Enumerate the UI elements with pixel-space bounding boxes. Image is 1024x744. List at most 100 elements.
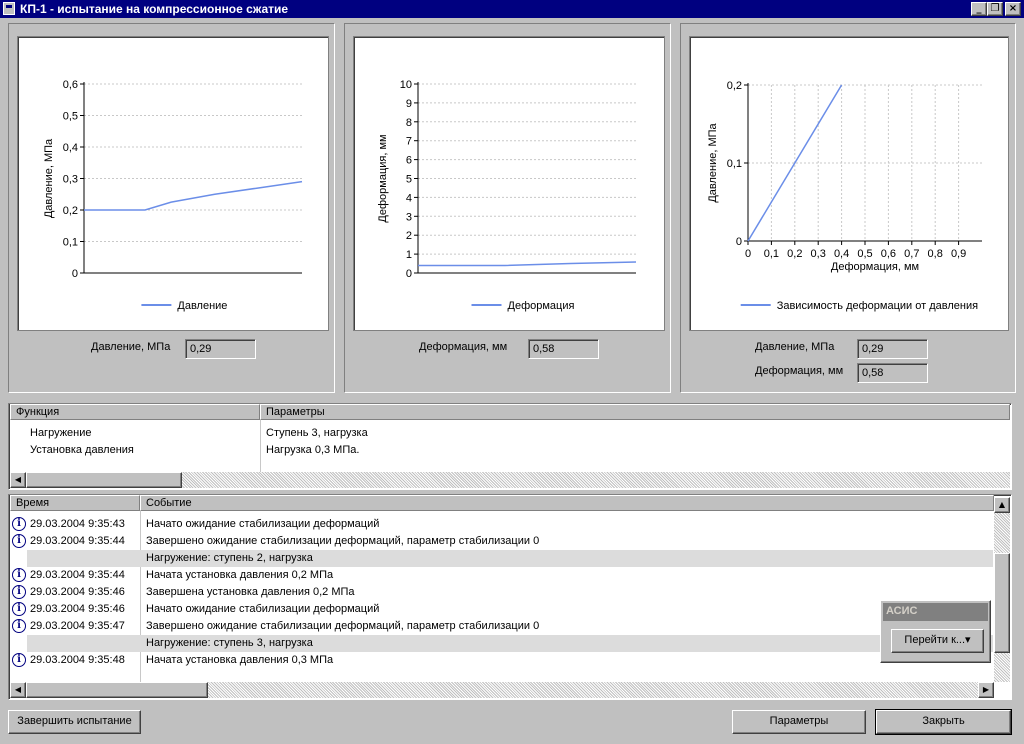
legend-label: Давление — [177, 300, 227, 312]
info-icon: i — [12, 619, 26, 633]
events-vscroll[interactable]: ▲ — [994, 497, 1010, 682]
table-row[interactable]: i 29.03.2004 9:35:46 Завершена установка д… — [9, 584, 993, 601]
asis-popup-title: АСИС — [883, 603, 988, 621]
info-icon: i — [12, 534, 26, 548]
event-group-row[interactable]: Нагружение: ступень 2, нагрузка — [27, 550, 993, 567]
legend-label: Деформация — [508, 300, 575, 312]
dependency-deformation-field: 0,58 — [857, 363, 928, 383]
scroll-thumb[interactable] — [26, 472, 182, 488]
table-row[interactable]: i 29.03.2004 9:35:44 Начата установка давл… — [9, 567, 993, 584]
restore-button[interactable]: ❐ — [987, 2, 1003, 16]
table-row[interactable]: i 29.03.2004 9:35:44 Завершено ожидание ст… — [9, 533, 993, 550]
time-cell: 29.03.2004 9:35:48 — [30, 654, 125, 666]
x-tick-label: 0,4 — [834, 248, 849, 260]
pressure-chart-svg: 0 0,1 0,2 0,3 0,4 0,5 0,6 Давление, МПа Давление — [43, 79, 303, 312]
y-tick-label: 0,3 — [63, 174, 78, 186]
y-tick-label: 6 — [406, 155, 412, 167]
y-tick-label: 4 — [406, 192, 412, 204]
x-tick-label: 0,1 — [764, 248, 779, 260]
dependency-deformation-label: Деформация, мм — [755, 365, 844, 377]
column-header-params[interactable]: Параметры — [260, 404, 1010, 420]
dependency-chart-svg: 0 0,1 0,2 0 0,1 0,2 0,3 0,4 0,5 0,6 0,7 0,8 0,9 Давле… — [707, 80, 982, 312]
time-cell: 29.03.2004 9:35:46 — [30, 603, 125, 615]
x-tick-label: 0,3 — [811, 248, 826, 260]
y-tick-label: 10 — [400, 79, 412, 91]
params-cell: Нагрузка 0,3 МПа. — [266, 444, 360, 456]
deformation-panel: 0 1 2 3 4 5 6 7 8 9 10 Деформация, мм Деформация Деф… — [344, 23, 671, 393]
event-cell: Начата установка давления 0,2 МПа — [146, 569, 334, 581]
dependency-chart: 0 0,1 0,2 0 0,1 0,2 0,3 0,4 0,5 0,6 0,7 0,8 0,9 Давле… — [689, 36, 1009, 331]
deformation-value-label: Деформация, мм — [419, 341, 508, 353]
pressure-value-label: Давление, МПа — [91, 341, 171, 353]
series-line — [84, 180, 303, 211]
y-tick-label: 8 — [406, 117, 412, 129]
minimize-button[interactable]: _ — [971, 2, 987, 16]
scroll-thumb[interactable] — [26, 682, 208, 698]
y-tick-label: 0,2 — [63, 205, 78, 217]
y-axis-label: Давление, МПа — [43, 138, 55, 218]
time-cell: 29.03.2004 9:35:44 — [30, 569, 125, 581]
legend-label: Зависимость деформации от давления — [777, 300, 978, 312]
event-cell: Нагружение: ступень 2, нагрузка — [146, 552, 313, 564]
column-header-event[interactable]: Событие — [140, 495, 994, 511]
finish-test-button[interactable]: Завершить испытание — [8, 710, 141, 734]
event-group-row[interactable]: Нагружение: ступень 3, нагрузка — [27, 635, 993, 652]
event-cell: Начата установка давления 0,3 МПа — [146, 654, 334, 666]
y-tick-label: 2 — [406, 230, 412, 242]
dependency-pressure-field: 0,29 — [857, 339, 928, 359]
y-tick-label: 0,5 — [63, 111, 78, 123]
app-icon — [3, 2, 15, 15]
y-tick-label: 9 — [406, 98, 412, 110]
y-tick-label: 7 — [406, 136, 412, 148]
params-cell: Ступень 3, нагрузка — [266, 427, 368, 439]
table-row[interactable]: Установка давления Нагрузка 0,3 МПа. — [9, 442, 1009, 459]
event-cell: Завершено ожидание стабилизации деформац… — [146, 535, 540, 547]
x-tick-label: 0,2 — [787, 248, 802, 260]
functions-table[interactable]: Функция Параметры Нагружение Ступень 3, … — [8, 403, 1012, 490]
info-icon: i — [12, 602, 26, 616]
y-tick-label: 0,1 — [63, 237, 78, 249]
window-title: КП-1 - испытание на компрессионное сжати… — [20, 2, 289, 16]
close-window-button[interactable]: × — [1005, 2, 1021, 16]
deformation-chart: 0 1 2 3 4 5 6 7 8 9 10 Деформация, мм Деформация — [353, 36, 665, 331]
x-tick-label: 0,7 — [904, 248, 919, 260]
scroll-right-button[interactable]: ▶ — [978, 682, 994, 698]
scroll-left-button[interactable]: ◀ — [10, 472, 26, 488]
title-bar: КП-1 - испытание на компрессионное сжати… — [0, 0, 1024, 18]
pressure-chart: 0 0,1 0,2 0,3 0,4 0,5 0,6 Давление, МПа Давление — [17, 36, 329, 331]
table-row[interactable]: i 29.03.2004 9:35:47 Завершено ожидание ст… — [9, 618, 993, 635]
deformation-value-field: 0,58 — [528, 339, 599, 359]
y-axis-label: Давление, МПа — [707, 122, 719, 202]
y-tick-label: 0,2 — [727, 80, 742, 92]
function-cell: Установка давления — [30, 444, 134, 456]
table-row[interactable]: Нагружение Ступень 3, нагрузка — [9, 425, 1009, 442]
y-tick-label: 0 — [72, 268, 78, 280]
scroll-left-button[interactable]: ◀ — [10, 682, 26, 698]
events-table[interactable]: Время Событие i 29.03.2004 9:35:43 Начато … — [8, 494, 1012, 700]
functions-hscroll[interactable]: ◀ — [10, 472, 1010, 488]
column-header-time[interactable]: Время — [10, 495, 140, 511]
time-cell: 29.03.2004 9:35:43 — [30, 518, 125, 530]
parameters-button[interactable]: Параметры — [732, 710, 866, 734]
table-row[interactable]: i 29.03.2004 9:35:46 Начато ожидание стаби… — [9, 601, 993, 618]
goto-dropdown-button[interactable]: Перейти к...▾ — [891, 629, 984, 653]
y-tick-label: 3 — [406, 211, 412, 223]
scroll-up-button[interactable]: ▲ — [994, 497, 1010, 513]
column-header-function[interactable]: Функция — [10, 404, 260, 420]
y-axis-label: Деформация, мм — [377, 134, 389, 222]
x-tick-label: 0 — [745, 248, 751, 260]
event-cell: Завершено ожидание стабилизации деформац… — [146, 620, 540, 632]
table-row[interactable]: i 29.03.2004 9:35:43 Начато ожидание стаби… — [9, 516, 993, 533]
events-hscroll[interactable]: ◀ ▶ — [10, 682, 994, 698]
series-line — [418, 261, 637, 267]
table-row[interactable]: i 29.03.2004 9:35:48 Начата установка давл… — [9, 652, 993, 669]
y-tick-label: 0 — [736, 236, 742, 248]
deformation-chart-svg: 0 1 2 3 4 5 6 7 8 9 10 Деформация, мм Деформация — [377, 79, 637, 312]
close-button[interactable]: Закрыть — [875, 709, 1012, 735]
dependency-pressure-label: Давление, МПа — [755, 341, 835, 353]
event-cell: Завершена установка давления 0,2 МПа — [146, 586, 355, 598]
function-cell: Нагружение — [30, 427, 92, 439]
info-icon: i — [12, 517, 26, 531]
scroll-thumb[interactable] — [994, 553, 1010, 653]
y-tick-label: 0,4 — [63, 142, 78, 154]
